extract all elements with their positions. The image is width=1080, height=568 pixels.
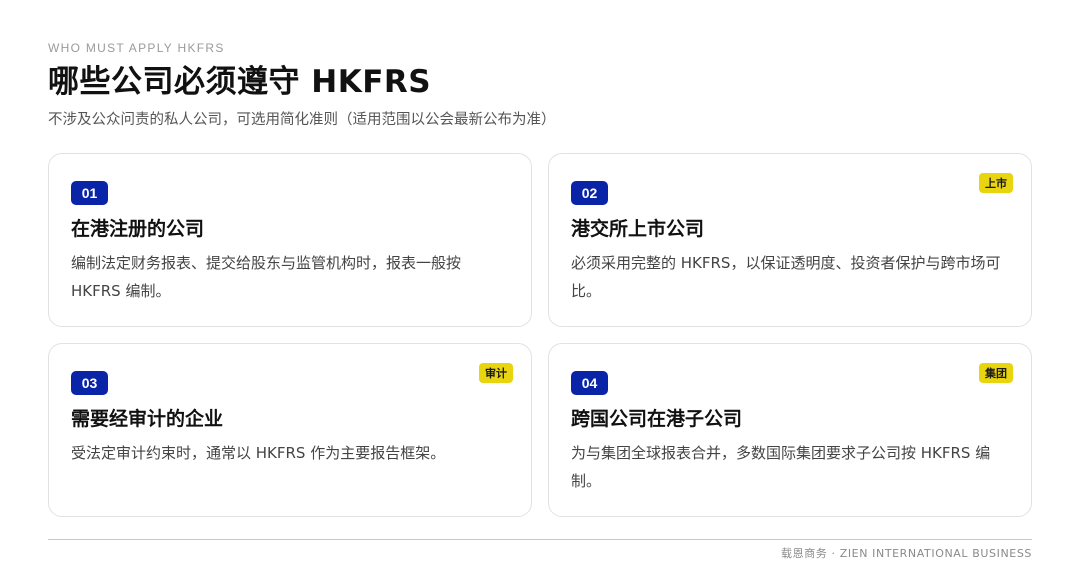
page-title: 哪些公司必须遵守 HKFRS [48,64,432,100]
card-description: 必须采用完整的 HKFRS，以保证透明度、投资者保护与跨市场可比。 [571,254,1001,300]
card-title: 在港注册的公司 [71,218,205,240]
card-listed-companies: 02 上市 港交所上市公司 必须采用完整的 HKFRS，以保证透明度、投资者保护… [548,153,1032,327]
eyebrow-label: WHO MUST APPLY HKFRS [48,41,225,55]
card-title: 需要经审计的企业 [71,408,224,430]
card-tag-badge: 上市 [979,173,1013,193]
card-audited-enterprises: 03 审计 需要经审计的企业 受法定审计约束时，通常以 HKFRS 作为主要报告… [48,343,532,517]
card-tag-badge: 集团 [979,363,1013,383]
card-tag-badge: 审计 [479,363,513,383]
card-description: 为与集团全球报表合并，多数国际集团要求子公司按 HKFRS 编制。 [571,444,991,490]
card-number-badge: 02 [571,181,608,205]
slide: WHO MUST APPLY HKFRS 哪些公司必须遵守 HKFRS 不涉及公… [0,0,1080,568]
footer-divider [48,539,1032,540]
card-number-badge: 03 [71,371,108,395]
footer-brand: 载恩商务 · ZIEN INTERNATIONAL BUSINESS [781,547,1032,560]
card-description: 编制法定财务报表、提交给股东与监管机构时，报表一般按 HKFRS 编制。 [71,254,462,300]
card-title: 跨国公司在港子公司 [571,408,743,430]
card-description: 受法定审计约束时，通常以 HKFRS 作为主要报告框架。 [71,444,446,462]
card-title: 港交所上市公司 [571,218,705,240]
card-number-badge: 01 [71,181,108,205]
card-number-badge: 04 [571,371,608,395]
card-registered-companies: 01 在港注册的公司 编制法定财务报表、提交给股东与监管机构时，报表一般按 HK… [48,153,532,327]
card-multinational-subsidiaries: 04 集团 跨国公司在港子公司 为与集团全球报表合并，多数国际集团要求子公司按 … [548,343,1032,517]
page-subtitle: 不涉及公众问责的私人公司，可选用简化准则（适用范围以公会最新公布为准） [48,112,556,128]
